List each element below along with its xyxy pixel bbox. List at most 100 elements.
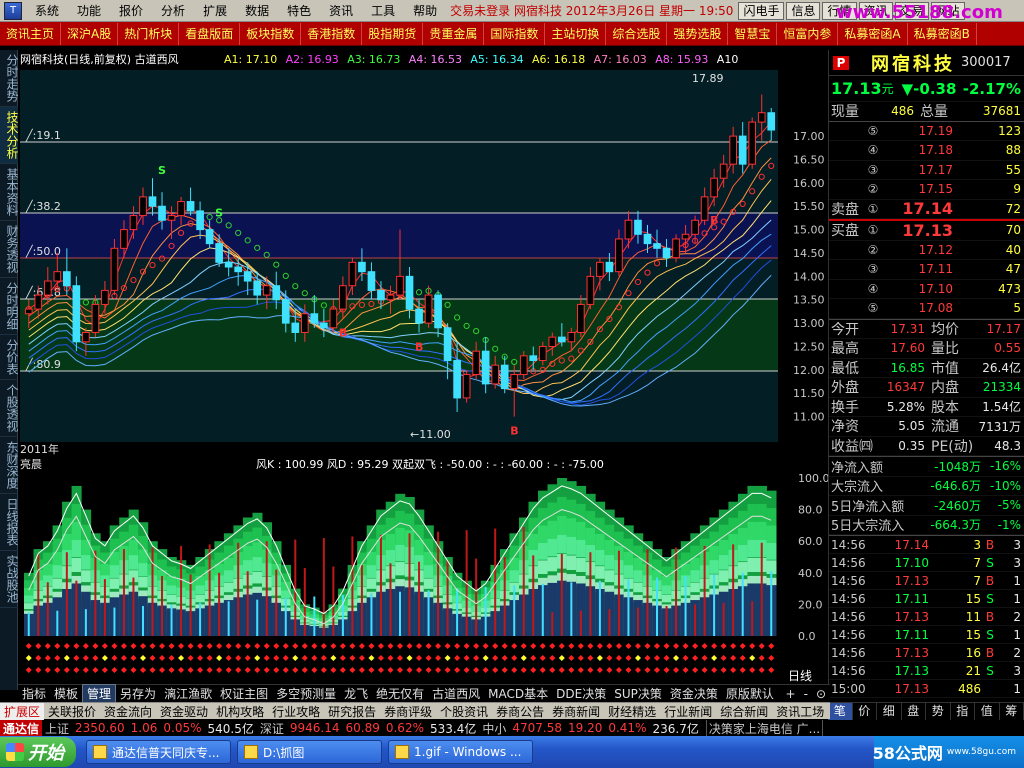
candle-body[interactable]: [63, 271, 71, 287]
candle-body[interactable]: [281, 299, 290, 324]
candle-body[interactable]: [719, 163, 728, 179]
candle-body[interactable]: [472, 350, 480, 376]
link-item[interactable]: 券商评级: [380, 703, 436, 720]
link-item[interactable]: 研究报告: [324, 703, 380, 720]
candle-body[interactable]: [710, 177, 718, 198]
period-button[interactable]: -: [800, 687, 812, 701]
toolbar-item[interactable]: 国际指数: [484, 22, 546, 45]
candle-body[interactable]: [177, 201, 185, 217]
candle-body[interactable]: [253, 280, 262, 296]
indicator-tab[interactable]: SUP决策: [610, 685, 666, 702]
candle-body[interactable]: [272, 285, 281, 301]
indicator-tab[interactable]: 另存为: [116, 685, 160, 702]
candle-body[interactable]: [643, 233, 652, 245]
link-item[interactable]: 资讯工场: [772, 703, 828, 720]
candle-body[interactable]: [443, 327, 452, 362]
left-tab[interactable]: 实战股池: [0, 551, 19, 608]
toolbar-item[interactable]: 主站切换: [545, 22, 607, 45]
candle-body[interactable]: [567, 331, 576, 343]
candle-body[interactable]: [424, 294, 433, 324]
candle-body[interactable]: [24, 308, 33, 315]
candle-body[interactable]: [243, 271, 252, 282]
period-button[interactable]: +: [782, 687, 800, 701]
candle-body[interactable]: [348, 261, 357, 287]
toolbar-item[interactable]: 强势选股: [667, 22, 729, 45]
candle-body[interactable]: [386, 294, 395, 301]
quote-tab[interactable]: 细: [877, 703, 902, 720]
candle-body[interactable]: [767, 112, 776, 131]
candle-body[interactable]: [434, 294, 442, 329]
candle-body[interactable]: [377, 289, 385, 301]
candle-body[interactable]: [43, 280, 52, 296]
quote-tab[interactable]: 盘: [902, 703, 926, 720]
indicator-tab[interactable]: 多空预测量: [272, 685, 340, 702]
candle-body[interactable]: [358, 261, 366, 273]
menu-item[interactable]: 资讯: [320, 0, 362, 22]
start-button[interactable]: 开始: [0, 737, 76, 767]
candle-body[interactable]: [586, 275, 595, 305]
left-tab[interactable]: 分时走势: [0, 50, 19, 107]
quote-tab[interactable]: 势: [926, 703, 951, 720]
toolbar-item[interactable]: 综合选股: [606, 22, 668, 45]
candle-body[interactable]: [577, 303, 585, 333]
indicator-tab[interactable]: 资金决策: [666, 685, 722, 702]
candle-body[interactable]: [234, 266, 243, 273]
candle-body[interactable]: [310, 313, 319, 324]
candle-body[interactable]: [615, 238, 623, 273]
menu-item[interactable]: 特色: [278, 0, 320, 22]
link-item[interactable]: 资金驱动: [156, 703, 212, 720]
candle-body[interactable]: [491, 364, 500, 385]
menu-button[interactable]: 闪电手: [738, 1, 785, 20]
link-item[interactable]: 关联报价: [44, 703, 100, 720]
candle-body[interactable]: [196, 210, 204, 231]
menu-item[interactable]: 帮助: [404, 0, 446, 22]
candle-body[interactable]: [72, 285, 81, 343]
candle-body[interactable]: [129, 215, 138, 231]
candle-body[interactable]: [186, 201, 195, 212]
toolbar-item[interactable]: 板块指数: [240, 22, 302, 45]
candle-body[interactable]: [729, 135, 737, 165]
toolbar-item[interactable]: 智慧宝: [728, 22, 778, 45]
candle-body[interactable]: [101, 289, 109, 305]
taskbar-window[interactable]: 通达信普天同庆专...: [86, 740, 231, 764]
menu-item[interactable]: 分析: [152, 0, 194, 22]
candle-body[interactable]: [205, 229, 214, 245]
candle-body[interactable]: [748, 121, 757, 165]
toolbar-item[interactable]: 资讯主页: [0, 22, 62, 45]
left-tab[interactable]: 日线报表: [0, 494, 19, 551]
indicator-tab[interactable]: 模板: [50, 685, 82, 702]
candle-body[interactable]: [262, 285, 271, 296]
toolbar-item[interactable]: 贵重金属: [423, 22, 485, 45]
link-item[interactable]: 资金流向: [100, 703, 156, 720]
candle-body[interactable]: [500, 364, 509, 390]
candle-body[interactable]: [481, 350, 490, 385]
candle-body[interactable]: [110, 247, 119, 291]
candle-body[interactable]: [82, 331, 90, 343]
candle-body[interactable]: [519, 355, 528, 376]
left-tab[interactable]: 东财深度: [0, 437, 19, 494]
link-item[interactable]: 券商新闻: [548, 703, 604, 720]
link-item[interactable]: 财经精选: [604, 703, 660, 720]
left-tab[interactable]: 技术分析: [0, 107, 19, 164]
quote-tab[interactable]: 值: [975, 703, 1000, 720]
menu-button[interactable]: 信息: [786, 1, 821, 20]
candle-body[interactable]: [557, 336, 566, 343]
toolbar-item[interactable]: 看盘版面: [179, 22, 241, 45]
candle-body[interactable]: [691, 219, 699, 235]
candle-body[interactable]: [405, 275, 414, 310]
period-button[interactable]: ⊙: [812, 687, 830, 701]
candle-body[interactable]: [367, 271, 376, 291]
indicator-tab[interactable]: 古道西风: [428, 685, 484, 702]
candle-body[interactable]: [396, 275, 404, 296]
toolbar-item[interactable]: 私募密函B: [908, 22, 977, 45]
candle-body[interactable]: [624, 219, 633, 240]
candle-body[interactable]: [224, 261, 233, 268]
candle-body[interactable]: [291, 322, 300, 333]
link-item[interactable]: 券商公告: [492, 703, 548, 720]
candle-body[interactable]: [34, 294, 43, 310]
left-tab[interactable]: 基本资料: [0, 164, 19, 221]
menu-item[interactable]: 工具: [362, 0, 404, 22]
indicator-tab[interactable]: 龙飞: [340, 685, 372, 702]
indicator-tab[interactable]: DDE决策: [552, 685, 610, 702]
candle-body[interactable]: [139, 196, 147, 217]
